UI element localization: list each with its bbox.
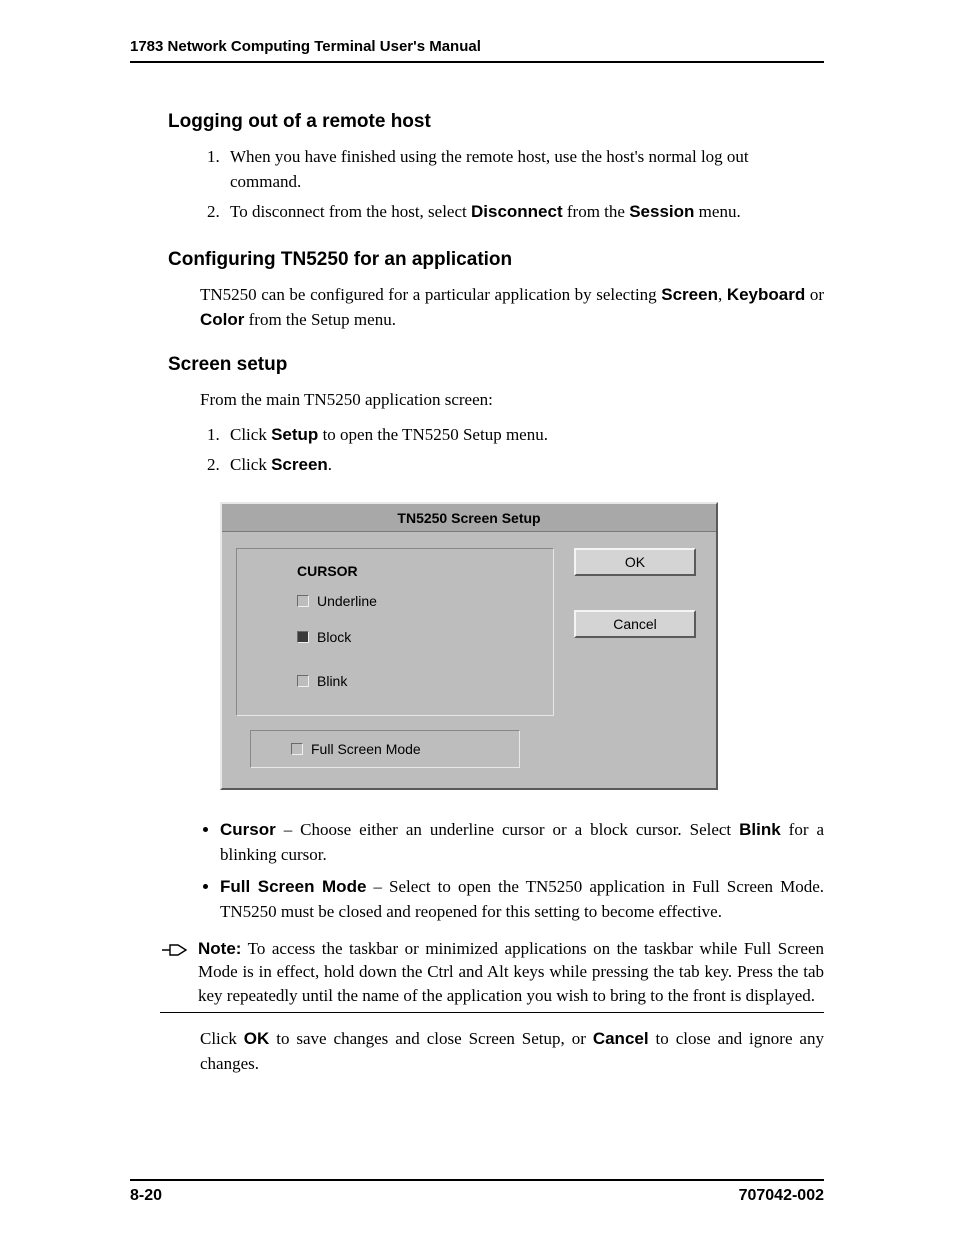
option-label: Underline [317,593,377,609]
heading-logging-out: Logging out of a remote host [168,111,824,133]
logout-step-1: When you have finished using the remote … [224,145,824,194]
logout-block: When you have finished using the remote … [200,145,824,225]
closing-block: Click OK to save changes and close Scree… [200,1027,824,1076]
screensetup-block: From the main TN5250 application screen:… [200,388,824,478]
bold-cursor: Cursor [220,820,276,839]
bullets-block: Cursor – Choose either an underline curs… [200,818,824,925]
dialog-body: CURSOR Underline Block Blink [222,532,716,788]
option-label: Block [317,629,351,645]
document-number: 707042-002 [739,1187,824,1205]
config-paragraph: TN5250 can be configured for a particula… [200,283,824,332]
option-fullscreen[interactable]: Full Screen Mode [291,741,501,757]
logout-step-2: To disconnect from the host, select Disc… [224,200,824,225]
text: Click [230,455,271,474]
text: , [718,285,727,304]
text: from the [563,202,630,221]
bullet-cursor: Cursor – Choose either an underline curs… [220,818,824,867]
bold-ok: OK [244,1029,270,1048]
checkbox-icon [297,675,309,687]
screen-setup-dialog: TN5250 Screen Setup CURSOR Underline Blo… [220,502,718,790]
note-hand-icon [160,937,198,1008]
page: 1783 Network Computing Terminal User's M… [0,0,954,1235]
note-text: Note: To access the taskbar or minimized… [198,937,824,1008]
page-number: 8-20 [130,1187,162,1205]
option-label: Blink [317,673,347,689]
text: TN5250 can be configured for a particula… [200,285,661,304]
logout-steps: When you have finished using the remote … [200,145,824,225]
option-block[interactable]: Block [297,629,535,645]
text: Click [200,1029,244,1048]
text: To disconnect from the host, select [230,202,471,221]
heading-configuring: Configuring TN5250 for an application [168,249,824,271]
bold-setup: Setup [271,425,318,444]
option-underline[interactable]: Underline [297,593,535,609]
bold-session: Session [629,202,694,221]
text: to open the TN5250 Setup menu. [318,425,548,444]
bold-cancel: Cancel [593,1029,649,1048]
running-header: 1783 Network Computing Terminal User's M… [130,38,824,63]
bold-fullscreen: Full Screen Mode [220,877,366,896]
screensetup-step-2: Click Screen. [224,453,824,478]
text: Click [230,425,271,444]
cursor-group: CURSOR Underline Block Blink [236,548,554,716]
note-label: Note: [198,939,241,958]
dialog-title: TN5250 Screen Setup [222,504,716,532]
option-label: Full Screen Mode [311,741,421,757]
checkbox-icon [297,631,309,643]
bold-screen2: Screen [271,455,328,474]
text: menu. [694,202,740,221]
note-block: Note: To access the taskbar or minimized… [160,937,824,1013]
checkbox-icon [297,595,309,607]
bold-color: Color [200,310,244,329]
text: to save changes and close Screen Setup, … [269,1029,593,1048]
ok-button[interactable]: OK [574,548,696,576]
checkbox-icon [291,743,303,755]
cursor-group-title: CURSOR [297,563,535,579]
bullet-fullscreen: Full Screen Mode – Select to open the TN… [220,875,824,924]
screensetup-step-1: Click Setup to open the TN5250 Setup men… [224,423,824,448]
heading-screen-setup: Screen setup [168,354,824,376]
screensetup-steps: Click Setup to open the TN5250 Setup men… [200,423,824,478]
option-blink[interactable]: Blink [297,673,535,689]
text: . [328,455,332,474]
cancel-button[interactable]: Cancel [574,610,696,638]
text: To access the taskbar or minimized appli… [198,939,824,1006]
closing-paragraph: Click OK to save changes and close Scree… [200,1027,824,1076]
dialog-figure: TN5250 Screen Setup CURSOR Underline Blo… [220,502,824,790]
text: from the Setup menu. [244,310,396,329]
bold-keyboard: Keyboard [727,285,805,304]
config-block: TN5250 can be configured for a particula… [200,283,824,332]
screensetup-intro: From the main TN5250 application screen: [200,388,824,413]
dialog-left-column: CURSOR Underline Block Blink [236,548,574,768]
page-footer: 8-20 707042-002 [130,1179,824,1205]
dialog-button-column: OK Cancel [574,548,702,768]
bold-disconnect: Disconnect [471,202,563,221]
explanation-bullets: Cursor – Choose either an underline curs… [200,818,824,925]
bold-screen: Screen [661,285,718,304]
fullscreen-group: Full Screen Mode [250,730,520,768]
bold-blink: Blink [739,820,781,839]
text: – Choose either an underline cursor or a… [276,820,739,839]
text: or [805,285,824,304]
